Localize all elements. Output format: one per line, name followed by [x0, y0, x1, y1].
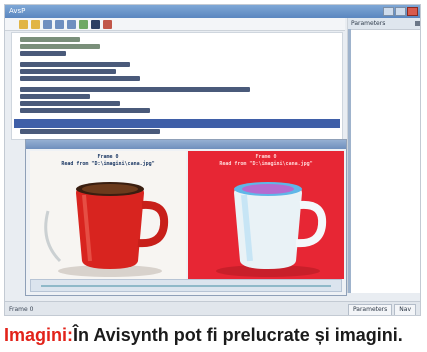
play-icon[interactable] [79, 19, 88, 29]
app-screenshot: AvsP Parameters Frame 0 Read from "D:\im… [4, 4, 421, 316]
settings-icon[interactable] [103, 19, 112, 29]
status-text: Frame 0 [9, 306, 34, 313]
figure-caption: Imagini: În Avisynth pot fi prelucrate ș… [0, 318, 427, 352]
code-line [20, 129, 160, 134]
save-icon[interactable] [43, 19, 52, 29]
window-controls [383, 7, 418, 16]
status-bar: Frame 0 Parameters Nav [5, 301, 420, 315]
preview-titlebar [26, 140, 346, 149]
code-line [20, 94, 90, 99]
code-line [20, 37, 80, 42]
open-folder-icon[interactable] [31, 19, 40, 29]
tab-nav[interactable]: Nav [394, 304, 416, 315]
status-tabs: Parameters Nav [347, 304, 416, 315]
seek-track[interactable] [41, 285, 331, 287]
preview-seek-bar[interactable] [30, 279, 342, 292]
code-line [20, 87, 250, 92]
pin-icon[interactable] [415, 21, 420, 26]
code-line [20, 51, 66, 56]
caption-label: Imagini: [4, 324, 74, 345]
tab-parameters[interactable]: Parameters [347, 304, 393, 315]
processed-image: Frame 0 Read from "D:\imagini\cana.jpg" [188, 151, 344, 279]
stop-icon[interactable] [91, 19, 100, 29]
original-image-caption: Frame 0 Read from "D:\imagini\cana.jpg" [30, 154, 186, 168]
video-preview-window: Frame 0 Read from "D:\imagini\cana.jpg" … [25, 139, 347, 296]
new-file-icon[interactable] [19, 19, 28, 29]
frame-label: Frame 0 [255, 154, 277, 160]
minimize-button[interactable] [383, 7, 394, 16]
code-line [20, 44, 100, 49]
panel-header: Parameters [348, 18, 420, 30]
caption-text: În Avisynth pot fi prelucrate și imagini… [73, 324, 403, 345]
red-mug-image [44, 182, 169, 277]
code-line [20, 76, 140, 81]
source-label: Read from "D:\imagini\cana.jpg" [219, 161, 313, 167]
code-line [20, 108, 150, 113]
panel-title: Parameters [351, 20, 386, 27]
parameters-panel: Parameters [347, 18, 420, 293]
undo-icon[interactable] [55, 19, 64, 29]
selected-code-line[interactable] [14, 119, 340, 128]
panel-scrollbar[interactable] [348, 29, 351, 293]
source-label: Read from "D:\imagini\cana.jpg" [61, 161, 155, 167]
inverted-mug-image [216, 182, 327, 277]
close-button[interactable] [407, 7, 418, 16]
original-image: Frame 0 Read from "D:\imagini\cana.jpg" [30, 151, 186, 279]
script-editor[interactable] [11, 32, 343, 140]
frame-label: Frame 0 [97, 154, 119, 160]
window-title: AvsP [9, 7, 26, 15]
code-line [20, 62, 130, 67]
toolbar [5, 18, 345, 31]
code-line [20, 69, 116, 74]
code-line [20, 101, 120, 106]
processed-image-caption: Frame 0 Read from "D:\imagini\cana.jpg" [188, 154, 344, 168]
maximize-button[interactable] [395, 7, 406, 16]
window-titlebar: AvsP [5, 5, 420, 18]
redo-icon[interactable] [67, 19, 76, 29]
